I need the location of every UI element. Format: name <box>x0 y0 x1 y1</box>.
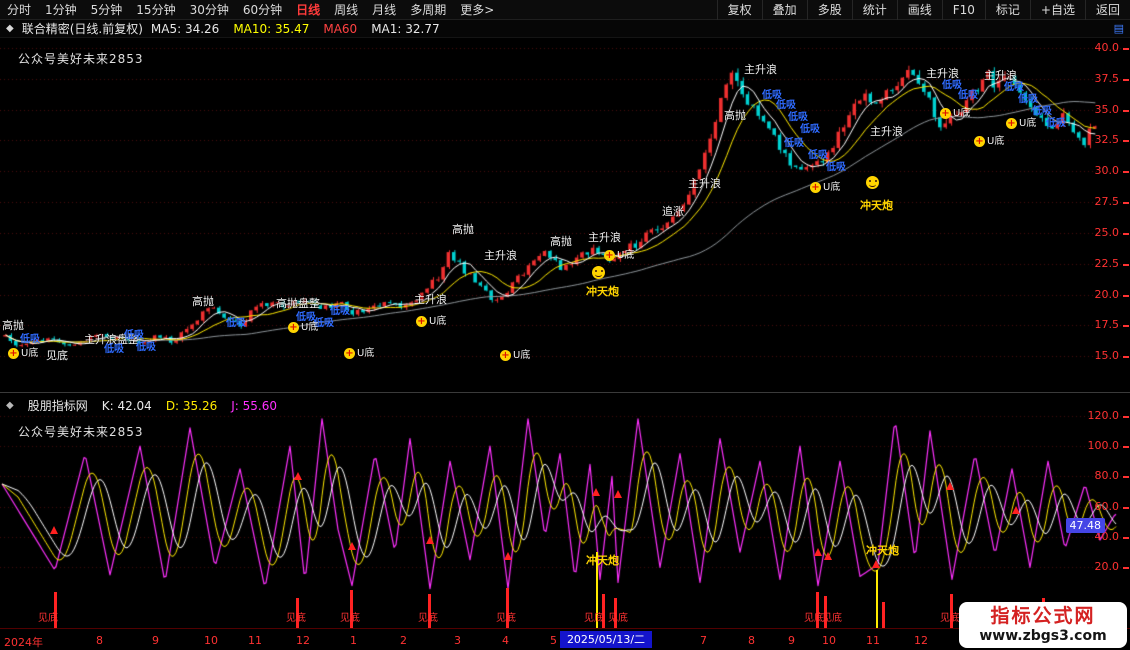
indicator-icon: ◆ <box>6 400 14 411</box>
menu-button-6[interactable]: 标记 <box>985 0 1030 20</box>
site-watermark-title: 指标公式网 <box>990 606 1095 628</box>
month-label-10[interactable]: 7 <box>700 634 707 647</box>
menu-button-3[interactable]: 统计 <box>852 0 897 20</box>
main-watermark-text: 公众号美好未来2853 <box>18 50 144 67</box>
menubar-right: 复权叠加多股统计画线F10标记+自选返回 <box>717 0 1130 19</box>
menu-button-5[interactable]: F10 <box>942 0 985 20</box>
site-watermark-url: www.zbgs3.com <box>979 628 1106 644</box>
month-label-1[interactable]: 9 <box>152 634 159 647</box>
month-label-2[interactable]: 10 <box>204 634 218 647</box>
month-label-12[interactable]: 9 <box>788 634 795 647</box>
menu-button-1[interactable]: 叠加 <box>762 0 807 20</box>
ma-value: MA5: 34.26 <box>151 22 219 36</box>
menu-item-0[interactable]: 分时 <box>0 0 38 20</box>
sub-watermark-text: 公众号美好未来2853 <box>18 423 144 440</box>
menubar-left: 分时1分钟5分钟15分钟30分钟60分钟日线周线月线多周期更多> <box>0 0 501 19</box>
stock-marker-icon: ◆ <box>6 23 14 34</box>
panel-toggle-icon[interactable]: ▤ <box>1114 22 1124 35</box>
menu-item-9[interactable]: 多周期 <box>403 0 453 20</box>
year-label: 2024年 <box>4 634 43 650</box>
selected-date[interactable]: 2025/05/13/二 <box>560 631 652 648</box>
stock-title: 联合精密(日线.前复权) <box>22 20 143 37</box>
month-label-3[interactable]: 11 <box>248 634 262 647</box>
month-label-5[interactable]: 1 <box>350 634 357 647</box>
site-watermark: 指标公式网 www.zbgs3.com <box>959 602 1127 648</box>
indicator-canvas[interactable] <box>0 393 1130 628</box>
menu-button-0[interactable]: 复权 <box>717 0 762 20</box>
ma-value: MA10: 35.47 <box>233 22 309 36</box>
ma-value: MA1: 32.77 <box>371 22 439 36</box>
month-label-9[interactable]: 5 <box>550 634 557 647</box>
current-value-badge: 47.48 <box>1066 518 1106 533</box>
ma-values: MA5: 34.26 MA10: 35.47 MA60 MA1: 32.77 <box>151 22 454 36</box>
indicator-name[interactable]: 股朋指标网 <box>28 397 88 414</box>
main-chart-canvas[interactable] <box>0 38 1130 392</box>
k-value: K: 42.04 <box>102 399 152 413</box>
d-value: D: 35.26 <box>166 399 217 413</box>
menu-item-6[interactable]: 日线 <box>289 0 327 20</box>
menu-button-4[interactable]: 画线 <box>897 0 942 20</box>
ma-value: MA60 <box>323 22 357 36</box>
month-label-15[interactable]: 12 <box>914 634 928 647</box>
panel-divider[interactable] <box>0 392 1130 393</box>
j-value: J: 55.60 <box>231 399 277 413</box>
month-label-6[interactable]: 2 <box>400 634 407 647</box>
month-label-14[interactable]: 11 <box>866 634 880 647</box>
top-menubar: 分时1分钟5分钟15分钟30分钟60分钟日线周线月线多周期更多> 复权叠加多股统… <box>0 0 1130 20</box>
menu-item-1[interactable]: 1分钟 <box>38 0 84 20</box>
menu-item-3[interactable]: 15分钟 <box>129 0 182 20</box>
menu-button-7[interactable]: +自选 <box>1030 0 1085 20</box>
trading-app: 分时1分钟5分钟15分钟30分钟60分钟日线周线月线多周期更多> 复权叠加多股统… <box>0 0 1130 650</box>
month-label-7[interactable]: 3 <box>454 634 461 647</box>
menu-item-7[interactable]: 周线 <box>327 0 365 20</box>
menu-item-5[interactable]: 60分钟 <box>236 0 289 20</box>
month-label-11[interactable]: 8 <box>748 634 755 647</box>
menu-item-4[interactable]: 30分钟 <box>183 0 236 20</box>
menu-button-8[interactable]: 返回 <box>1085 0 1130 20</box>
month-label-8[interactable]: 4 <box>502 634 509 647</box>
menu-item-8[interactable]: 月线 <box>365 0 403 20</box>
month-label-13[interactable]: 10 <box>822 634 836 647</box>
menu-item-2[interactable]: 5分钟 <box>84 0 130 20</box>
chart-infobar: ◆ 联合精密(日线.前复权) MA5: 34.26 MA10: 35.47 MA60… <box>0 20 1130 38</box>
menu-button-2[interactable]: 多股 <box>807 0 852 20</box>
month-label-4[interactable]: 12 <box>296 634 310 647</box>
indicator-header: ◆ 股朋指标网 K: 42.04 D: 35.26 J: 55.60 <box>6 397 277 414</box>
menu-item-10[interactable]: 更多> <box>453 0 501 20</box>
month-label-0[interactable]: 8 <box>96 634 103 647</box>
